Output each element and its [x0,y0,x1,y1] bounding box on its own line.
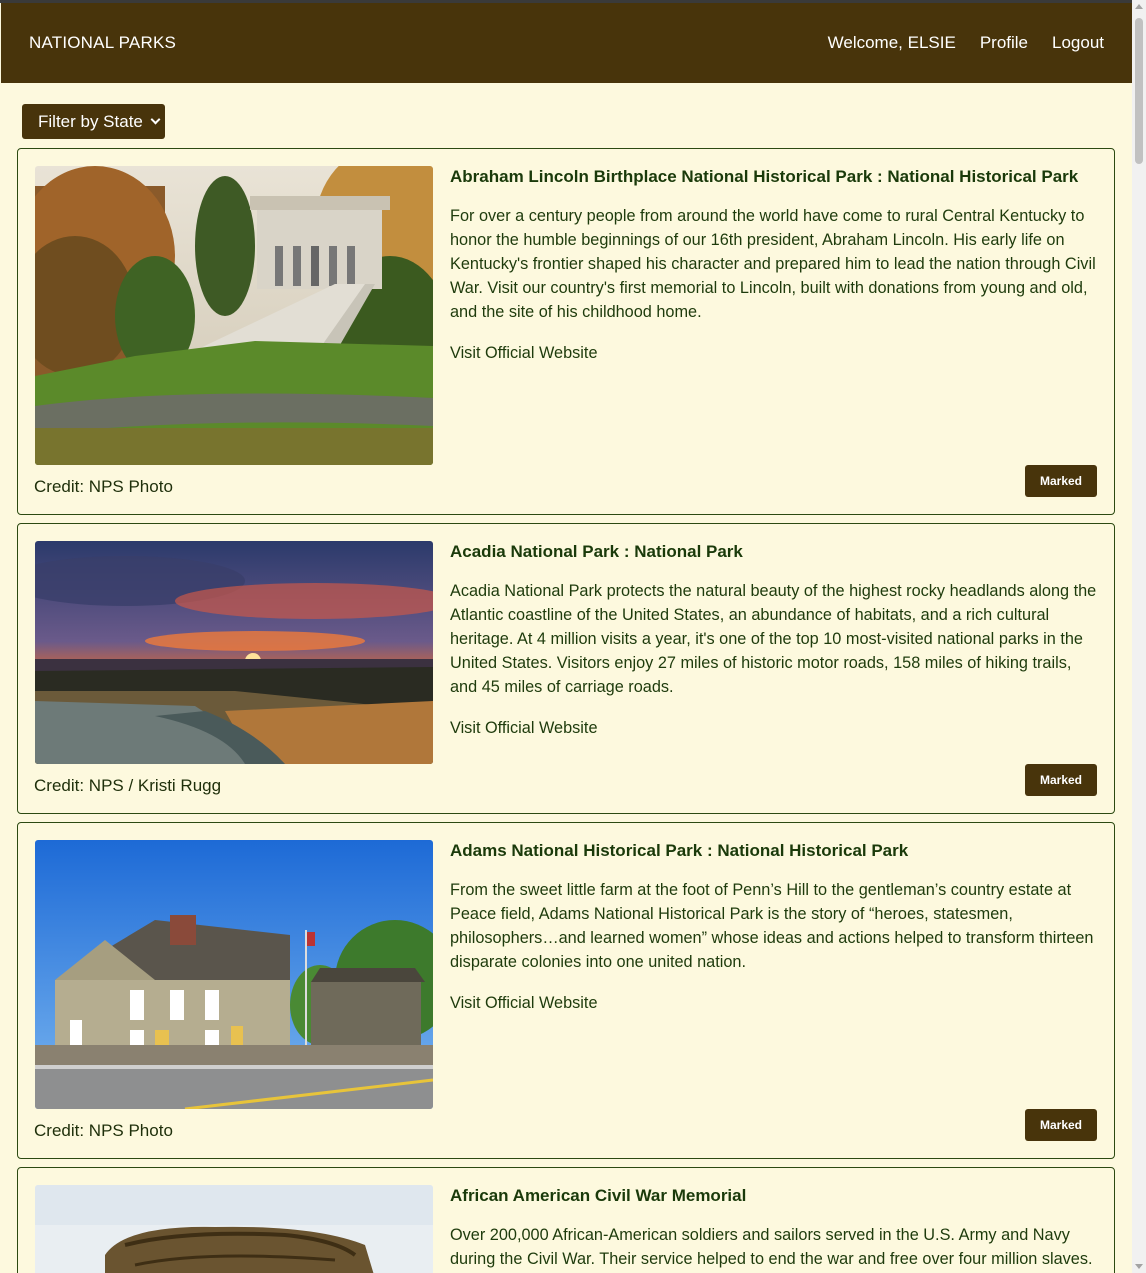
chevron-down-icon [150,114,161,125]
park-card: Credit: NPS / Kristi Rugg Acadia Nationa… [17,523,1115,814]
park-title: Acadia National Park : National Park [450,542,743,561]
scroll-up-arrow-icon[interactable] [1135,4,1143,9]
profile-link[interactable]: Profile [980,33,1028,53]
park-card: Credit: NPS Photo Adams National Histori… [17,822,1115,1159]
park-title: African American Civil War Memorial [450,1186,747,1205]
official-website-link[interactable]: Visit Official Website [450,719,598,738]
park-photo [35,541,433,764]
page: NATIONAL PARKS Welcome, ELSIE Profile Lo… [0,0,1146,1273]
page-scrollbar[interactable] [1132,0,1146,1273]
scroll-down-arrow-icon[interactable] [1135,1264,1143,1269]
scrollbar-thumb[interactable] [1135,18,1143,164]
park-photo [35,166,433,465]
photo-credit: Credit: NPS Photo [34,477,173,496]
park-card: Credit: NPS Photo Abraham Lincoln Birthp… [17,148,1115,515]
park-card: African American Civil War Memorial Over… [17,1167,1115,1273]
state-filter-select[interactable]: Filter by State [22,104,165,139]
official-website-link[interactable]: Visit Official Website [450,994,598,1013]
park-title: Adams National Historical Park : Nationa… [450,841,909,860]
park-description: From the sweet little farm at the foot o… [450,881,1094,971]
official-website-link[interactable]: Visit Official Website [450,344,598,363]
park-photo [35,1185,433,1273]
navbar: NATIONAL PARKS Welcome, ELSIE Profile Lo… [1,3,1132,83]
welcome-text: Welcome, ELSIE [827,33,956,52]
nav-links: Welcome, ELSIE Profile Logout [828,33,1104,53]
park-title: Abraham Lincoln Birthplace National Hist… [450,167,1079,186]
logout-link[interactable]: Logout [1052,33,1104,53]
park-description: Acadia National Park protects the natura… [450,582,1097,696]
marked-button[interactable]: Marked [1025,764,1097,796]
park-description: For over a century people from around th… [450,207,1096,321]
park-photo [35,840,433,1109]
park-description: Over 200,000 African-American soldiers a… [450,1226,1093,1268]
marked-button[interactable]: Marked [1025,1109,1097,1141]
marked-button[interactable]: Marked [1025,465,1097,497]
brand-link[interactable]: NATIONAL PARKS [29,33,176,53]
state-filter-value: Filter by State [38,112,143,131]
photo-credit: Credit: NPS Photo [34,1121,173,1140]
photo-credit: Credit: NPS / Kristi Rugg [34,776,222,795]
